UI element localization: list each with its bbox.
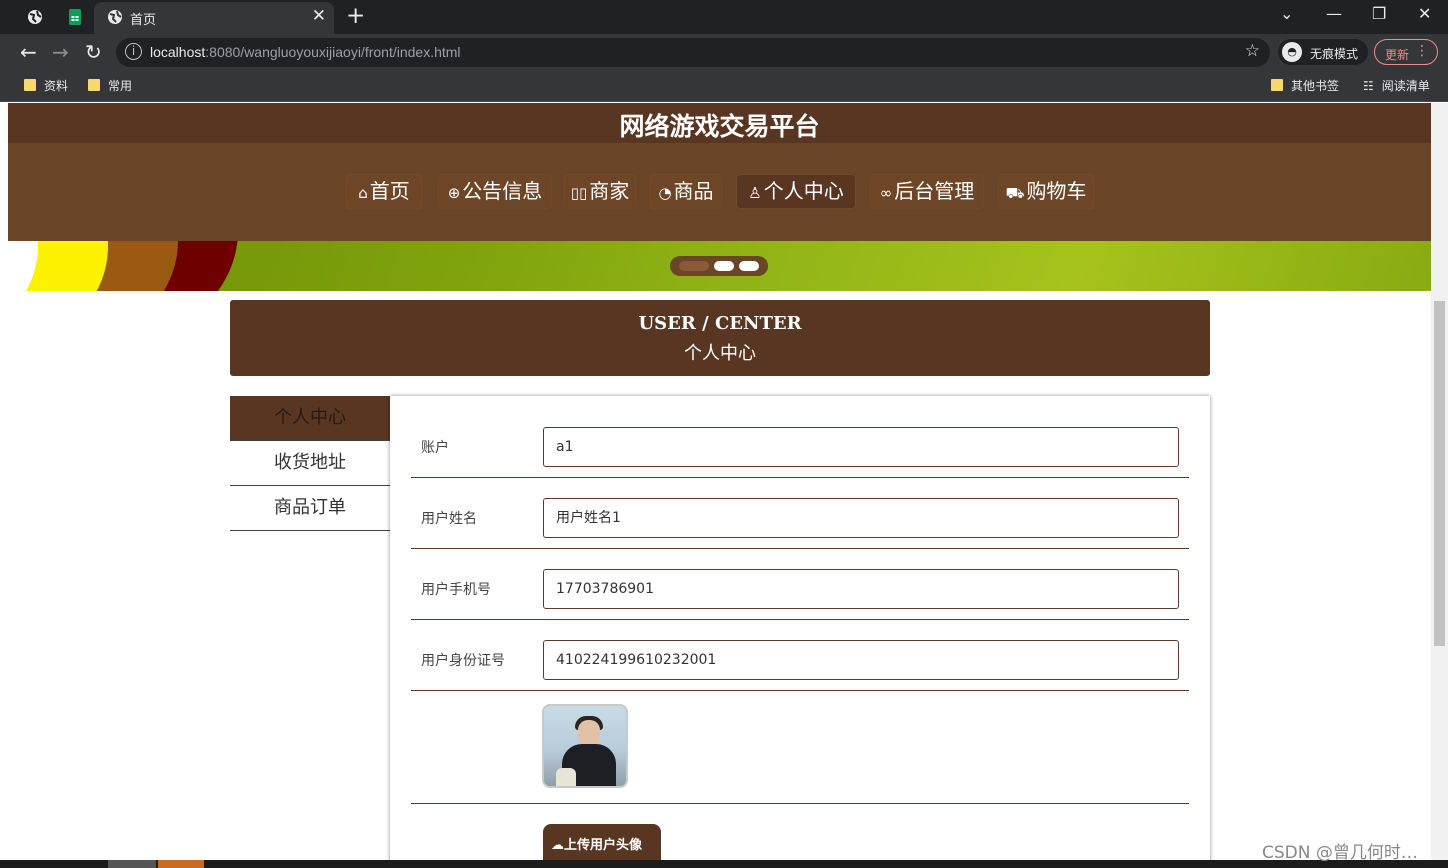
name-input[interactable]: 用户姓名1	[543, 498, 1179, 538]
browser-toolbar: ← → ↻ i localhost:8080/wangluoyouxijiaoy…	[0, 34, 1448, 70]
reading-list[interactable]: ☷ 阅读清单	[1363, 77, 1430, 94]
user-center-heading: USER / CENTER 个人中心	[230, 300, 1210, 376]
sheets-icon[interactable]	[66, 8, 84, 26]
taskbar-app[interactable]	[108, 860, 156, 868]
reload-icon[interactable]: ↻	[85, 40, 102, 64]
update-button[interactable]: 更新 ⋮	[1374, 39, 1438, 65]
bookmarks-bar: 资料 常用 其他书签 ☷ 阅读清单	[0, 70, 1448, 102]
info-icon[interactable]: i	[125, 43, 142, 60]
carousel-dot[interactable]	[739, 261, 759, 271]
main-nav: ⌂ 首页 ⊕ 公告信息 ▯▯ 商家 ◔ 商品 ♙ 个人中心 ∞ 后台管理 ⛟ 购物车	[8, 143, 1431, 241]
cloud-upload-icon: ☁	[551, 838, 564, 853]
nav-cart[interactable]: ⛟ 购物车	[998, 174, 1094, 209]
update-label: 更新	[1385, 48, 1410, 62]
page-scrollbar[interactable]	[1431, 103, 1448, 868]
more-icon: ⋮	[1415, 43, 1429, 59]
folder-icon	[88, 79, 100, 91]
address-bar[interactable]: i localhost:8080/wangluoyouxijiaoyi/fron…	[116, 38, 1270, 67]
idcard-input[interactable]: 410224199610232001	[543, 640, 1179, 680]
nav-notices[interactable]: ⊕ 公告信息	[438, 174, 552, 209]
forward-icon[interactable]: →	[52, 40, 69, 64]
back-icon[interactable]: ←	[20, 40, 37, 64]
account-input[interactable]: a1	[543, 427, 1179, 467]
user-side-menu: 个人中心 收货地址 商品订单	[230, 396, 390, 531]
form-row-avatar	[411, 691, 1189, 804]
other-bookmarks[interactable]: 其他书签	[1271, 77, 1339, 94]
folder-icon	[24, 79, 36, 91]
heading-chinese: 个人中心	[684, 343, 756, 364]
carousel-indicators	[670, 256, 768, 276]
tab-title: 首页	[130, 12, 157, 27]
form-row-idcard: 用户身份证号 410224199610232001	[411, 620, 1189, 691]
profile-form: 账户 a1 用户姓名 用户姓名1 用户手机号 17703786901 用户身份证…	[390, 396, 1210, 868]
globe-icon[interactable]	[26, 8, 44, 26]
nav-admin[interactable]: ∞ 后台管理	[870, 174, 984, 209]
globe-icon	[108, 10, 122, 24]
taskbar-app[interactable]	[158, 860, 204, 868]
avatar	[542, 704, 628, 788]
nav-merchants[interactable]: ▯▯ 商家	[564, 174, 636, 209]
heading-english: USER / CENTER	[638, 313, 802, 334]
incognito-label: 无痕模式	[1310, 47, 1359, 61]
reading-list-icon: ☷	[1363, 79, 1374, 93]
minimize-icon[interactable]: —	[1326, 4, 1342, 23]
restore-icon[interactable]: ❐	[1372, 4, 1386, 23]
user-icon: ♙	[748, 184, 762, 202]
chevron-down-icon[interactable]: ⌄	[1280, 4, 1293, 23]
side-item-orders[interactable]: 商品订单	[230, 486, 390, 531]
url-text: localhost:8080/wangluoyouxijiaoyi/front/…	[150, 44, 461, 60]
taskbar	[0, 860, 1448, 868]
home-icon: ⌂	[358, 184, 368, 202]
form-row-name: 用户姓名 用户姓名1	[411, 478, 1189, 549]
gauge-icon: ◔	[658, 184, 672, 202]
folder-icon	[1271, 79, 1283, 91]
watermark: CSDN @曾几何时…	[1262, 843, 1418, 863]
site-header: 网络游戏交易平台	[8, 103, 1431, 143]
scroll-thumb[interactable]	[1434, 301, 1445, 646]
globe-icon: ⊕	[447, 184, 461, 202]
site-title: 网络游戏交易平台	[619, 112, 820, 141]
carousel-dot[interactable]	[714, 261, 734, 271]
phone-label: 用户手机号	[421, 582, 491, 598]
link-icon: ∞	[879, 184, 893, 202]
incognito-indicator[interactable]: ◓ 无痕模式	[1278, 39, 1368, 65]
side-item-address[interactable]: 收货地址	[230, 441, 390, 486]
nav-products[interactable]: ◔ 商品	[650, 174, 722, 209]
banner-carousel[interactable]	[8, 241, 1431, 291]
account-label: 账户	[421, 440, 449, 456]
carousel-dot-active[interactable]	[679, 261, 709, 271]
cart-icon: ⛟	[1005, 184, 1025, 202]
new-tab-icon[interactable]: +	[346, 3, 365, 29]
upload-avatar-button[interactable]: ☁上传用户头像	[543, 824, 661, 862]
close-icon[interactable]: ✕	[312, 6, 326, 26]
form-row-account: 账户 a1	[411, 396, 1189, 478]
browser-tab-strip: 首页 ✕ + ⌄ — ❐ ✕	[0, 0, 1448, 34]
close-window-icon[interactable]: ✕	[1418, 4, 1431, 23]
form-row-phone: 用户手机号 17703786901	[411, 549, 1189, 620]
shop-icon: ▯▯	[570, 184, 588, 202]
tab-active[interactable]: 首页 ✕	[94, 2, 334, 34]
nav-user-center[interactable]: ♙ 个人中心	[736, 174, 856, 209]
bookmark-star-icon[interactable]: ☆	[1245, 41, 1260, 61]
name-label: 用户姓名	[421, 511, 477, 527]
side-item-profile[interactable]: 个人中心	[230, 396, 390, 441]
nav-home[interactable]: ⌂ 首页	[346, 174, 422, 209]
idcard-label: 用户身份证号	[421, 653, 505, 669]
web-page: 网络游戏交易平台 ⌂ 首页 ⊕ 公告信息 ▯▯ 商家 ◔ 商品 ♙ 个人中心 ∞ 后台管理 …	[8, 103, 1431, 868]
phone-input[interactable]: 17703786901	[543, 569, 1179, 609]
bookmark-folder[interactable]: 常用	[88, 77, 132, 94]
bookmark-folder[interactable]: 资料	[24, 77, 68, 94]
incognito-icon: ◓	[1282, 42, 1302, 62]
